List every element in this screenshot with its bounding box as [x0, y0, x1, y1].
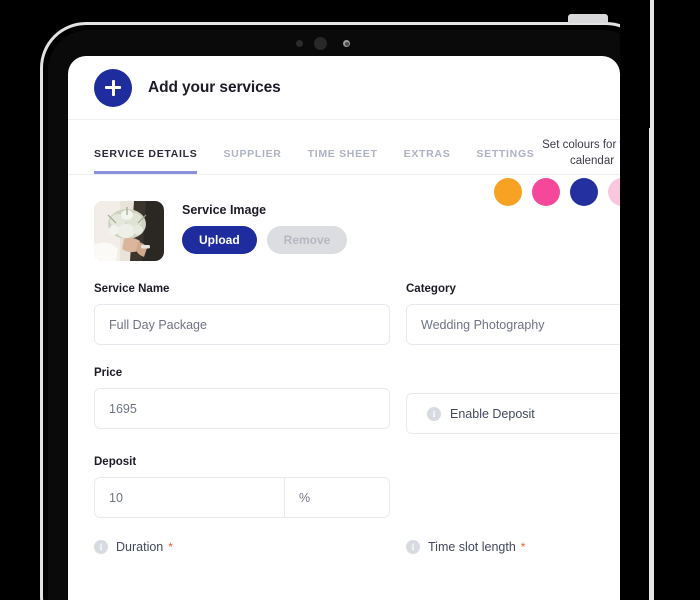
service-image-actions: Upload Remove [182, 226, 348, 254]
calendar-colour-picker: Set colours for your calendar [492, 138, 620, 207]
deposit-input-group: % [94, 477, 390, 518]
spacer-right [406, 456, 620, 518]
colour-swatch-orange[interactable] [494, 178, 522, 207]
upload-button[interactable]: Upload [182, 226, 257, 254]
field-duration: i Duration * [94, 540, 390, 554]
field-category: Category [406, 283, 620, 345]
enable-deposit-card: i Enable Deposit [406, 393, 620, 434]
field-deposit: Deposit % [94, 456, 390, 518]
plus-icon[interactable] [94, 68, 132, 107]
service-image-thumbnail[interactable] [94, 201, 164, 261]
deposit-unit-select[interactable]: % [284, 478, 389, 517]
field-service-name: Service Name [94, 283, 390, 345]
colour-swatch-list [492, 178, 620, 207]
screen-right-clip [620, 0, 700, 600]
tab-supplier[interactable]: SUPPLIER [223, 148, 281, 174]
app-header: Add your services [68, 56, 620, 120]
form-row-duration-timeslot: i Duration * i Time slot length * [94, 540, 620, 554]
info-icon[interactable]: i [427, 406, 441, 421]
field-price: Price [94, 367, 390, 434]
category-input[interactable] [406, 304, 620, 345]
tab-extras[interactable]: EXTRAS [404, 148, 451, 174]
deposit-amount-input[interactable] [95, 478, 284, 517]
app-screen: Add your services SERVICE DETAILS SUPPLI… [68, 56, 620, 600]
duration-label-group: i Duration * [94, 540, 390, 554]
colour-swatch-light-pink[interactable] [608, 178, 620, 207]
required-marker: * [168, 540, 173, 554]
device-power-button[interactable] [568, 14, 608, 23]
service-image-meta: Service Image Upload Remove [182, 201, 348, 254]
page-title: Add your services [148, 78, 281, 96]
category-label: Category [406, 283, 456, 295]
service-details-form: Service Name Category Price [68, 283, 620, 554]
required-marker: * [520, 540, 526, 554]
device-sensor-row [288, 36, 358, 50]
service-image-row: Service Image Upload Remove [68, 201, 620, 261]
deposit-label: Deposit [94, 456, 137, 468]
colour-swatch-navy[interactable] [570, 178, 598, 207]
camera-icon [343, 40, 350, 47]
info-icon[interactable]: i [406, 540, 420, 554]
service-name-label: Service Name [94, 283, 170, 295]
tab-service-details[interactable]: SERVICE DETAILS [94, 148, 198, 174]
tab-time-sheet[interactable]: TIME SHEET [308, 148, 378, 174]
device-side-edge-notch [645, 0, 650, 128]
service-name-input[interactable] [94, 304, 390, 345]
deposit-unit-value: % [299, 490, 311, 505]
colour-swatch-pink[interactable] [532, 178, 560, 207]
colour-picker-caption: Set colours for your calendar [542, 139, 620, 167]
service-details-panel: Service Image Upload Remove Set colours … [68, 139, 620, 554]
sensor-dot-icon [296, 40, 303, 47]
price-input[interactable] [94, 388, 390, 429]
price-label: Price [94, 367, 123, 379]
speaker-dot-icon [314, 37, 327, 50]
field-enable-deposit: i Enable Deposit [406, 367, 620, 434]
time-slot-length-label: Time slot length [428, 540, 516, 554]
service-image-title: Service Image [182, 203, 267, 217]
form-row-price-deposit-toggle: Price i Enable Deposit [94, 367, 620, 434]
form-row-name-category: Service Name Category [94, 283, 620, 345]
duration-label: Duration [116, 540, 164, 554]
enable-deposit-label: Enable Deposit [450, 406, 535, 421]
screenshot-stage: Add your services SERVICE DETAILS SUPPLI… [0, 0, 700, 600]
time-slot-length-label-group: i Time slot length * [406, 540, 620, 554]
info-icon[interactable]: i [94, 540, 108, 554]
field-time-slot-length: i Time slot length * [406, 540, 620, 554]
remove-button[interactable]: Remove [266, 226, 348, 254]
form-row-deposit: Deposit % [94, 456, 620, 518]
